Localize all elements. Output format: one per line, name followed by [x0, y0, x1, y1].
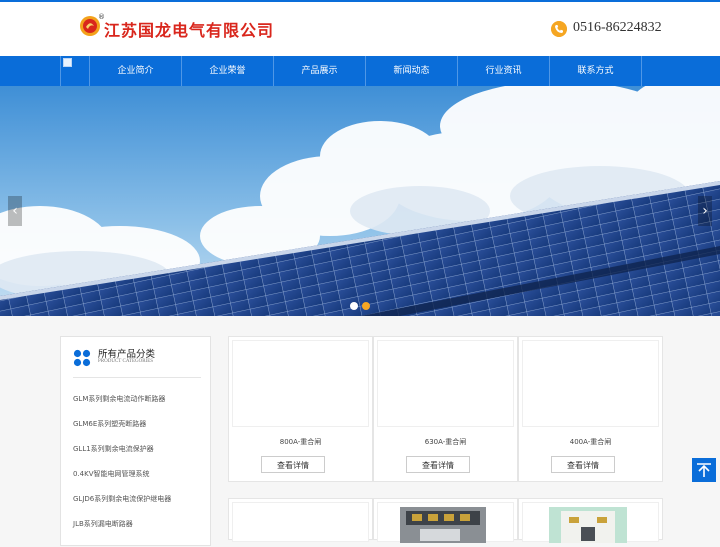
category-item[interactable]: GLL1系列剩余电流保护器 — [73, 444, 154, 454]
hero-banner[interactable]: ‹ › — [0, 86, 720, 316]
banner-next-arrow[interactable]: › — [698, 196, 712, 226]
product-image[interactable] — [232, 340, 369, 427]
category-divider — [73, 377, 201, 378]
product-card[interactable]: 800A-重合闸 查看详情 — [228, 336, 373, 482]
view-details-button[interactable]: 查看详情 — [551, 456, 615, 473]
product-image[interactable] — [232, 502, 369, 542]
category-item[interactable]: GLJD6系列剩余电流保护继电器 — [73, 494, 171, 504]
phone-number: 0516-86224832 — [573, 20, 662, 35]
breaker-device-image — [549, 507, 627, 543]
solar-panel-image — [0, 86, 720, 316]
category-title: 所有产品分类 — [98, 349, 156, 360]
banner-dot-1[interactable] — [350, 302, 358, 310]
view-details-button[interactable]: 查看详情 — [406, 456, 470, 473]
category-item[interactable]: 0.4KV智能电网管理系统 — [73, 469, 150, 479]
category-subtitle: PRODUCT CATEGORIES — [98, 359, 154, 364]
grid-icon — [73, 349, 91, 367]
product-card[interactable] — [518, 498, 663, 543]
banner-dot-2[interactable] — [362, 302, 370, 310]
product-image[interactable] — [377, 340, 514, 427]
product-card[interactable]: 630A-重合闸 查看详情 — [373, 336, 518, 482]
product-category-sidebar: 所有产品分类 PRODUCT CATEGORIES GLM系列剩余电流动作断路器… — [60, 336, 211, 546]
nav-item-industry[interactable]: 行业资讯 — [458, 56, 550, 86]
product-image[interactable] — [377, 502, 514, 543]
category-item[interactable]: GLM系列剩余电流动作断路器 — [73, 394, 165, 404]
banner-prev-arrow[interactable]: ‹ — [8, 196, 22, 226]
site-header: ® 江苏国龙电气有限公司 0516-86224832 — [0, 2, 720, 56]
product-image[interactable] — [522, 340, 659, 427]
view-details-button[interactable]: 查看详情 — [261, 456, 325, 473]
product-image[interactable] — [522, 502, 659, 543]
nav-item-news[interactable]: 新闻动态 — [366, 56, 458, 86]
category-item[interactable]: JLB系列漏电断路器 — [73, 519, 133, 529]
product-name[interactable]: 630A-重合闸 — [374, 437, 517, 447]
arrow-up-icon[interactable] — [692, 458, 716, 482]
product-name[interactable]: 800A-重合闸 — [229, 437, 372, 447]
company-name[interactable]: 江苏国龙电气有限公司 — [104, 17, 274, 41]
nav-item-products[interactable]: 产品展示 — [274, 56, 366, 86]
phone-icon — [551, 21, 567, 37]
nav-item-company-intro[interactable]: 企业简介 — [90, 56, 182, 86]
product-card[interactable] — [228, 498, 373, 542]
nav-item-honors[interactable]: 企业荣誉 — [182, 56, 274, 86]
category-item[interactable]: GLM6E系列塑壳断路器 — [73, 419, 146, 429]
product-card[interactable] — [373, 498, 518, 543]
product-card[interactable]: 400A-重合闸 查看详情 — [518, 336, 663, 482]
nav-item-contact[interactable]: 联系方式 — [550, 56, 642, 86]
main-nav: 企业简介 企业荣誉 产品展示 新闻动态 行业资讯 联系方式 — [0, 56, 720, 86]
breaker-device-image — [400, 507, 486, 543]
broken-image-icon — [63, 58, 72, 67]
nav-home-link[interactable] — [60, 56, 90, 86]
product-name[interactable]: 400A-重合闸 — [519, 437, 662, 447]
